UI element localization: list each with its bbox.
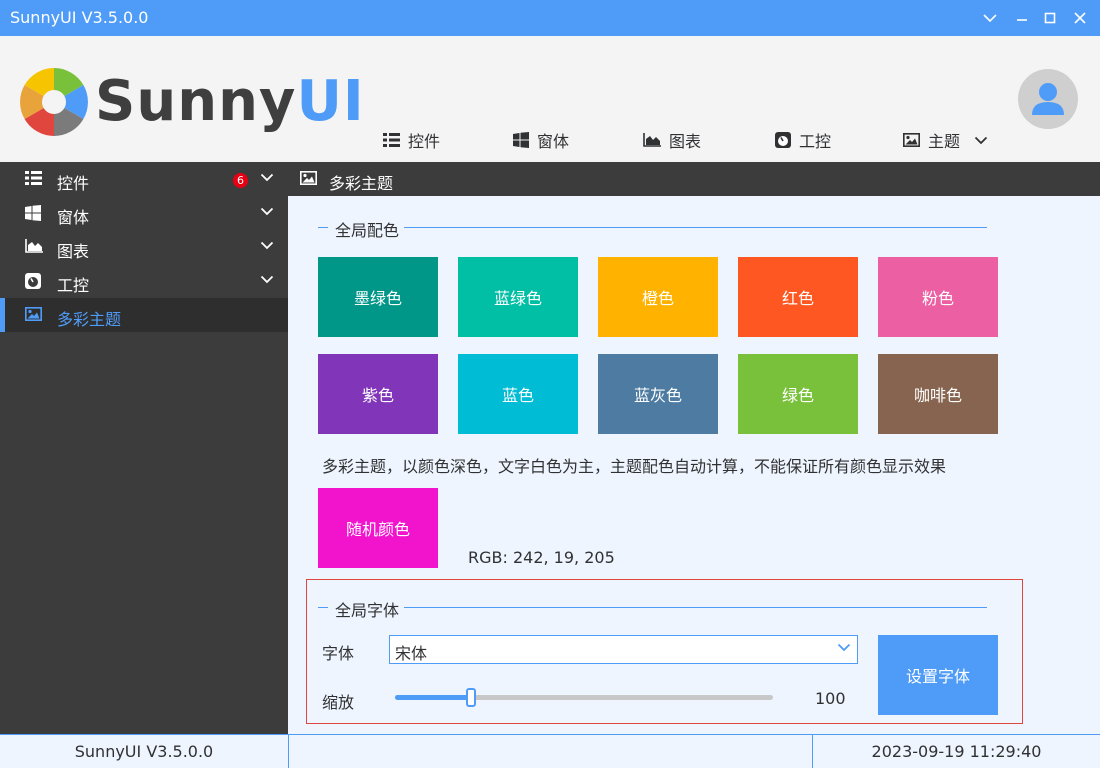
topnav-item-label: 主题 [928, 132, 961, 151]
topnav-item-controls[interactable]: 控件 [383, 128, 440, 152]
sidebar-item-label: 图表 [57, 242, 90, 261]
sunnyui-logo-icon [20, 68, 88, 136]
list-icon [25, 171, 42, 185]
sidebar-item-label: 工控 [57, 276, 90, 295]
rgb-readout: RGB: 242, 19, 205 [468, 548, 615, 567]
sidebar-item-label: 控件 [57, 174, 90, 193]
window-title: SunnyUI V3.5.0.0 [10, 8, 149, 27]
topnav-item-label: 窗体 [537, 132, 570, 151]
font-label: 字体 [322, 644, 355, 663]
topnav-item-charts[interactable]: 图表 [643, 128, 701, 152]
status-middle [289, 735, 812, 768]
font-select-value: 宋体 [395, 644, 428, 663]
zoom-label: 缩放 [322, 693, 355, 712]
section-divider [404, 607, 987, 608]
image-icon [903, 133, 920, 147]
sidebar-item-label: 窗体 [57, 208, 90, 227]
app-header: SunnyUI 控件 窗体 图表 工控 主题 [0, 36, 1100, 162]
logo-text: SunnyUI [95, 69, 365, 134]
random-color-button[interactable]: 随机颜色 [318, 488, 438, 568]
status-bar: SunnyUI V3.5.0.0 2023-09-19 11:29:40 [0, 734, 1100, 768]
color-button-pink[interactable]: 粉色 [878, 257, 998, 337]
color-button-green[interactable]: 绿色 [738, 354, 858, 434]
topnav-item-industrial[interactable]: 工控 [775, 128, 831, 152]
windows-icon [513, 132, 529, 148]
user-icon [1032, 83, 1064, 115]
color-button-coffee[interactable]: 咖啡色 [878, 354, 998, 434]
close-icon [1074, 12, 1086, 24]
color-button-purple[interactable]: 紫色 [318, 354, 438, 434]
topnav-item-theme[interactable]: 主题 [903, 128, 988, 152]
notification-badge: 6 [233, 173, 248, 188]
chevron-down-icon [983, 14, 997, 23]
list-icon [383, 133, 400, 147]
color-button-blue[interactable]: 蓝色 [458, 354, 578, 434]
zoom-value: 100 [815, 689, 846, 708]
section-divider [318, 227, 328, 228]
zoom-slider-fill [395, 695, 471, 700]
windows-icon [25, 205, 41, 221]
status-datetime: 2023-09-19 11:29:40 [871, 742, 1042, 761]
minimize-icon [1017, 19, 1027, 21]
color-button-ink-green[interactable]: 墨绿色 [318, 257, 438, 337]
minimize-button[interactable] [1008, 4, 1036, 32]
active-indicator [0, 298, 5, 332]
collapse-button[interactable] [976, 4, 1004, 32]
page-title: 多彩主题 [329, 174, 394, 193]
color-button-orange[interactable]: 橙色 [598, 257, 718, 337]
chevron-down-icon [260, 173, 274, 182]
chevron-down-icon [260, 207, 274, 216]
topnav-item-label: 工控 [799, 132, 832, 151]
status-version: SunnyUI V3.5.0.0 [74, 742, 214, 761]
maximize-icon [1044, 12, 1056, 24]
gauge-icon [25, 273, 41, 289]
area-chart-icon [25, 239, 43, 253]
chevron-down-icon [974, 136, 988, 144]
set-font-button[interactable]: 设置字体 [878, 635, 998, 715]
close-button[interactable] [1066, 4, 1094, 32]
section-divider [404, 227, 987, 228]
maximize-button[interactable] [1036, 4, 1064, 32]
sidebar-item-forms[interactable]: 窗体 [0, 196, 288, 230]
sidebar-item-colorful-theme[interactable]: 多彩主题 [0, 298, 288, 332]
gauge-icon [775, 132, 791, 148]
theme-description: 多彩主题，以颜色深色，文字白色为主，主题配色自动计算，不能保证所有颜色显示效果 [322, 457, 947, 476]
image-icon [300, 171, 317, 185]
sidebar-item-industrial[interactable]: 工控 [0, 264, 288, 298]
section-divider [318, 607, 328, 608]
color-button-red[interactable]: 红色 [738, 257, 858, 337]
window-titlebar: SunnyUI V3.5.0.0 [0, 0, 1100, 36]
topnav-item-label: 图表 [669, 132, 702, 151]
chevron-down-icon [837, 643, 851, 652]
color-button-teal[interactable]: 蓝绿色 [458, 257, 578, 337]
image-icon [25, 307, 42, 321]
topnav-item-forms[interactable]: 窗体 [513, 128, 569, 152]
color-section-title: 全局配色 [335, 221, 400, 240]
sidebar-item-charts[interactable]: 图表 [0, 230, 288, 264]
font-select[interactable]: 宋体 [389, 635, 858, 664]
chevron-down-icon [260, 275, 274, 284]
avatar[interactable] [1018, 69, 1078, 129]
sidebar-item-controls[interactable]: 控件 6 [0, 162, 288, 196]
zoom-slider-thumb[interactable] [466, 688, 476, 707]
color-button-blue-gray[interactable]: 蓝灰色 [598, 354, 718, 434]
sidebar: 控件 6 窗体 图表 工控 多彩主题 [0, 162, 288, 734]
font-section-title: 全局字体 [335, 601, 400, 620]
sidebar-item-label: 多彩主题 [57, 310, 122, 329]
topnav-item-label: 控件 [408, 132, 441, 151]
area-chart-icon [643, 133, 661, 147]
chevron-down-icon [260, 241, 274, 250]
page-header: 多彩主题 [288, 162, 1100, 196]
